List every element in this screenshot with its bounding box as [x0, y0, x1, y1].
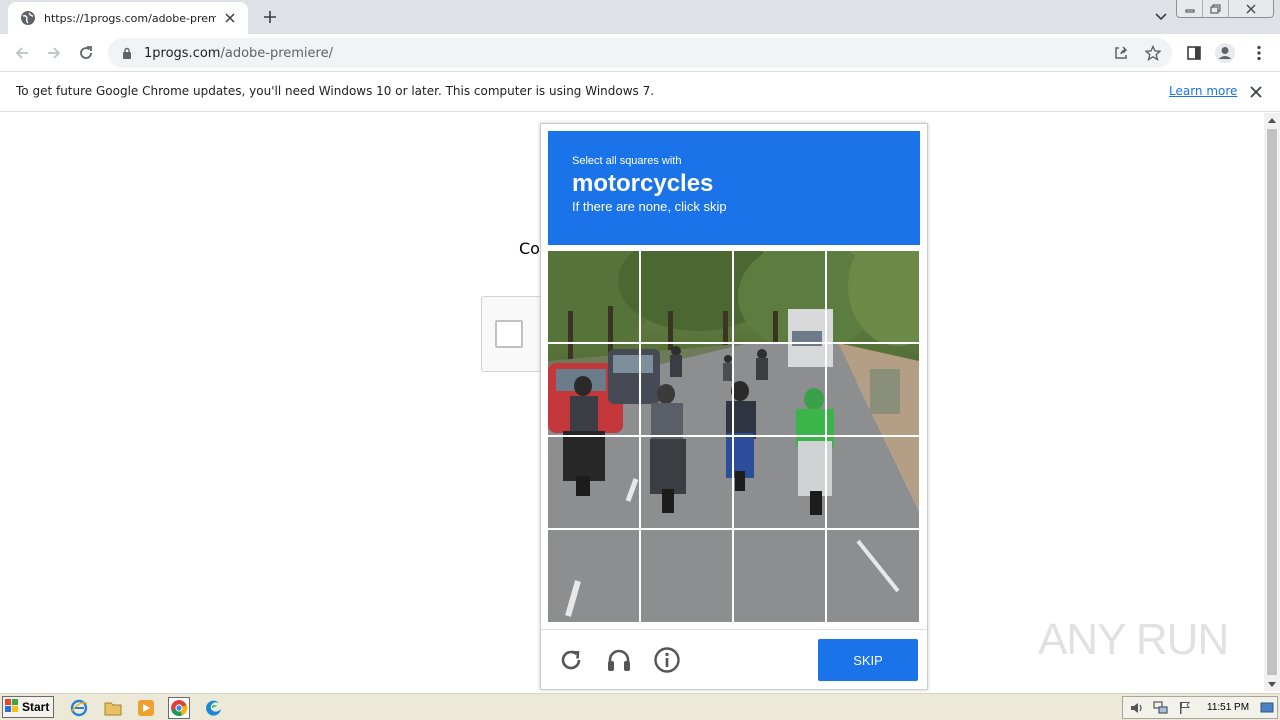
page-heading-fragment: Co [519, 239, 540, 258]
grid-tile-3-2[interactable] [641, 437, 732, 528]
share-icon[interactable] [1108, 40, 1134, 66]
address-bar[interactable]: 1progs.com/adobe-premiere/ [108, 38, 1172, 68]
profile-avatar-icon[interactable] [1211, 39, 1239, 67]
show-desktop-icon[interactable] [1259, 700, 1275, 716]
globe-icon [20, 10, 36, 26]
challenge-image-grid [548, 251, 919, 622]
grid-tile-2-2[interactable] [641, 344, 732, 435]
anyrun-watermark: ANY RUN [1038, 610, 1238, 670]
scrollbar-thumb[interactable] [1267, 129, 1277, 675]
scroll-up-icon[interactable] [1264, 113, 1280, 127]
side-panel-icon[interactable] [1180, 39, 1208, 67]
grid-tile-1-3[interactable] [734, 251, 825, 342]
grid-tile-1-1[interactable] [548, 251, 639, 342]
tab-title: https://1progs.com/adobe-premiere/ [44, 11, 216, 25]
browser-toolbar: 1progs.com/adobe-premiere/ [0, 34, 1280, 72]
forward-button[interactable] [40, 39, 68, 67]
grid-tile-4-3[interactable] [734, 530, 825, 621]
edge-icon[interactable] [203, 697, 225, 719]
audio-challenge-icon[interactable] [603, 644, 635, 676]
update-infobar: To get future Google Chrome updates, you… [0, 72, 1280, 112]
file-explorer-icon[interactable] [102, 697, 124, 719]
grid-tile-4-2[interactable] [641, 530, 732, 621]
grid-tile-4-1[interactable] [548, 530, 639, 621]
watermark-text: ANY RUN [1038, 615, 1229, 664]
grid-tile-3-4[interactable] [827, 437, 918, 528]
recaptcha-checkbox[interactable] [495, 320, 523, 348]
instruction-line1: Select all squares with [572, 155, 682, 167]
url-text: 1progs.com/adobe-premiere/ [144, 46, 333, 61]
grid-tile-2-4[interactable] [827, 344, 918, 435]
grid-divider [548, 342, 919, 344]
start-button[interactable]: Start [2, 696, 54, 718]
challenge-target: motorcycles [572, 170, 714, 197]
grid-tile-4-4[interactable] [827, 530, 918, 621]
network-icon[interactable] [1153, 700, 1169, 716]
taskbar: Start 11:51 PM [0, 693, 1280, 720]
tab-search-chevron-icon[interactable] [1150, 8, 1172, 26]
infobar-message: To get future Google Chrome updates, you… [16, 84, 655, 98]
internet-explorer-icon[interactable] [68, 697, 90, 719]
new-tab-button[interactable] [258, 6, 282, 28]
grid-tile-2-1[interactable] [548, 344, 639, 435]
close-window-button[interactable] [1229, 0, 1273, 17]
start-label: Start [22, 700, 50, 714]
volume-icon[interactable] [1129, 700, 1145, 716]
grid-tile-3-1[interactable] [548, 437, 639, 528]
window-controls [1176, 0, 1274, 18]
close-infobar-icon[interactable] [1246, 82, 1266, 102]
scroll-down-icon[interactable] [1264, 677, 1280, 691]
lock-icon[interactable] [120, 46, 134, 60]
windows-logo-icon [5, 698, 19, 717]
action-center-flag-icon[interactable] [1177, 700, 1193, 716]
menu-kebab-icon[interactable] [1245, 39, 1273, 67]
challenge-footer: SKIP [541, 629, 927, 689]
recaptcha-challenge: Select all squares with motorcycles If t… [540, 123, 928, 690]
challenge-header: Select all squares with motorcycles If t… [548, 131, 920, 245]
instruction-line3: If there are none, click skip [572, 199, 727, 214]
grid-tile-1-4[interactable] [827, 251, 918, 342]
media-player-icon[interactable] [135, 697, 157, 719]
system-tray: 11:51 PM [1122, 696, 1278, 719]
grid-tile-2-3[interactable] [734, 344, 825, 435]
url-host: 1progs.com [144, 45, 221, 61]
chrome-taskbar-icon[interactable] [168, 697, 190, 719]
reload-challenge-icon[interactable] [555, 644, 587, 676]
learn-more-link[interactable]: Learn more [1169, 84, 1237, 98]
reload-button[interactable] [72, 39, 100, 67]
grid-tile-3-3[interactable] [734, 437, 825, 528]
taskbar-clock: 11:51 PM [1207, 702, 1250, 713]
page-scrollbar[interactable] [1264, 113, 1280, 691]
grid-divider [548, 435, 919, 437]
skip-button[interactable]: SKIP [818, 639, 918, 681]
minimize-button[interactable] [1177, 0, 1203, 17]
tab-strip: https://1progs.com/adobe-premiere/ [0, 0, 1280, 34]
browser-tab[interactable]: https://1progs.com/adobe-premiere/ [8, 2, 248, 34]
bookmark-star-icon[interactable] [1140, 40, 1166, 66]
back-button[interactable] [8, 39, 36, 67]
grid-divider [548, 528, 919, 530]
url-path: /adobe-premiere/ [220, 45, 333, 61]
restore-button[interactable] [1203, 0, 1229, 17]
close-tab-icon[interactable] [222, 10, 238, 26]
info-icon[interactable] [651, 644, 683, 676]
grid-tile-1-2[interactable] [641, 251, 732, 342]
